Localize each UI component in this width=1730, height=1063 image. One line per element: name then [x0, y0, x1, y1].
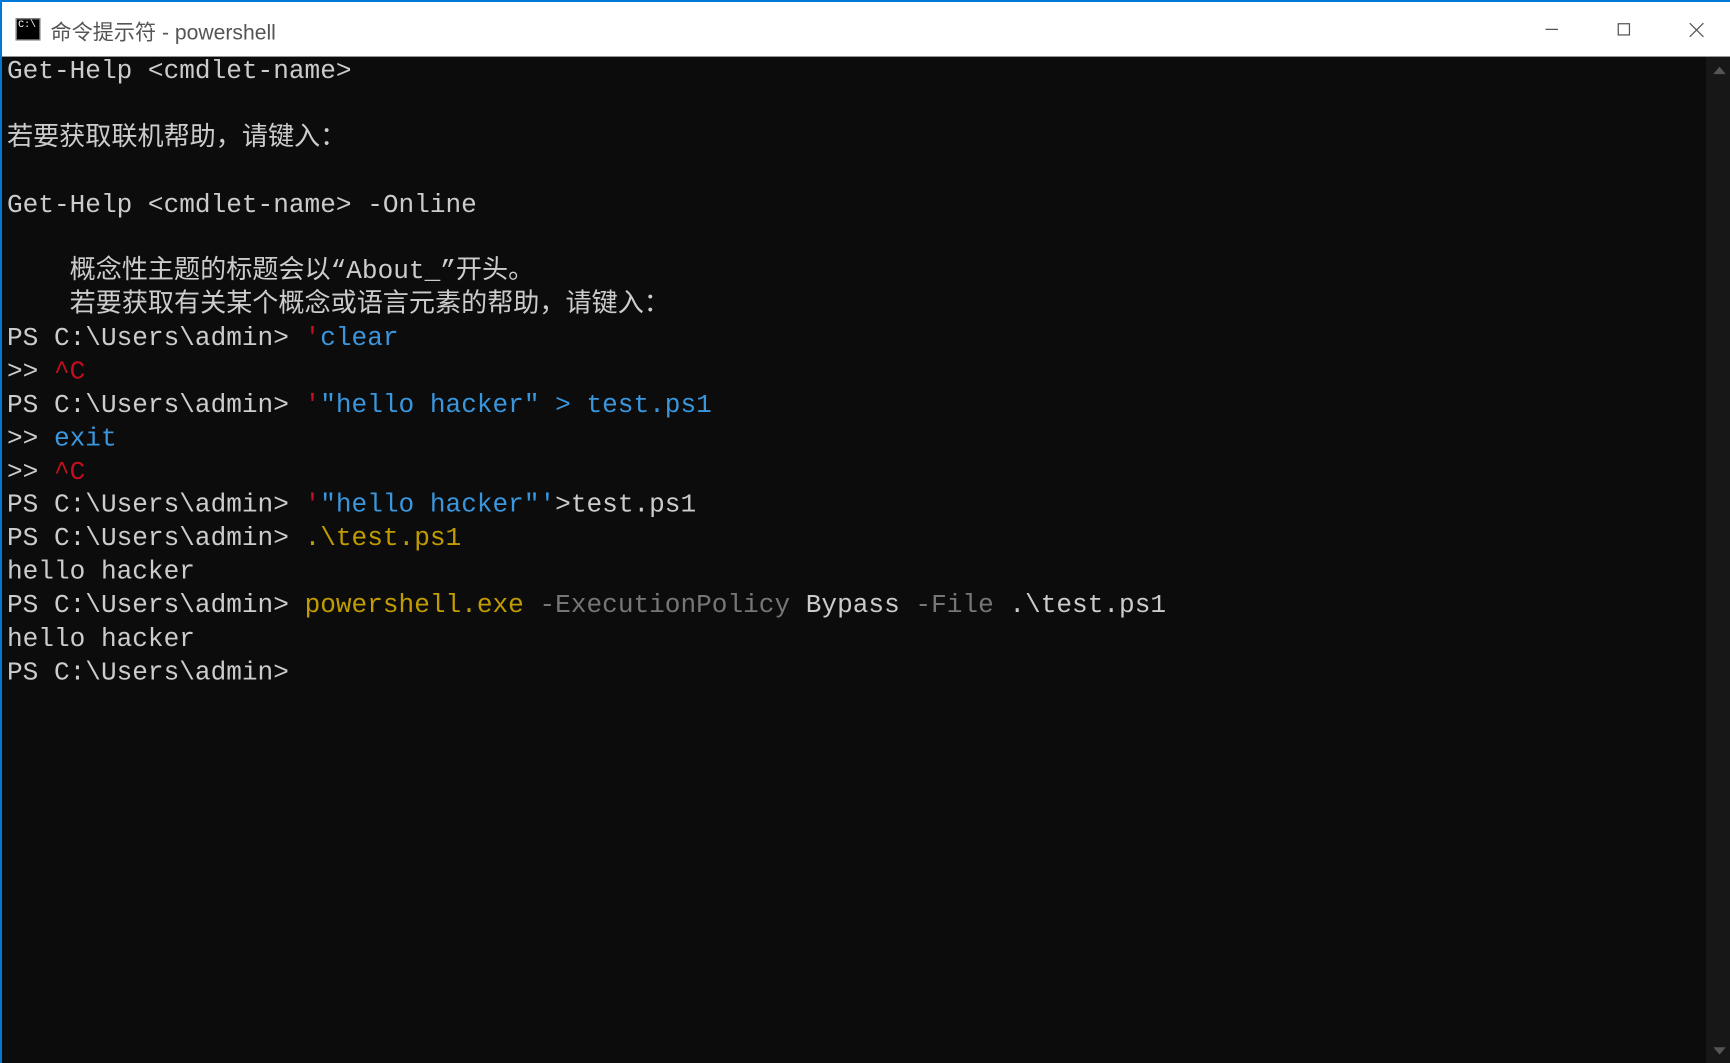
terminal-segment: -ExecutionPolicy [540, 592, 791, 621]
terminal-line: 若要获取有关某个概念或语言元素的帮助，请键入： [7, 290, 1701, 323]
terminal-line: PS C:\Users\admin> powershell.exe -Execu… [7, 591, 1701, 624]
maximize-icon [1616, 22, 1631, 37]
terminal-segment: 概念性主题的标题会以“About_”开头。 [7, 258, 534, 287]
terminal-segment: ^C [54, 359, 85, 388]
terminal-segment: Get-Help <cmdlet-name> [7, 58, 352, 87]
terminal-line: 若要获取联机帮助，请键入： [7, 123, 1701, 156]
window: 命令提示符 - powershell Get-Help <cmdlet-name… [2, 2, 1730, 1063]
terminal-segment: hello hacker [7, 626, 195, 655]
terminal-line: PS C:\Users\admin> '"hello hacker" > tes… [7, 391, 1701, 424]
terminal-segment: hello hacker [7, 559, 195, 588]
chevron-down-icon [1713, 1047, 1725, 1054]
terminal-segment: PS C:\Users\admin> [7, 526, 305, 555]
close-icon [1688, 21, 1704, 37]
terminal-line: 概念性主题的标题会以“About_”开头。 [7, 257, 1701, 290]
terminal-output[interactable]: Get-Help <cmdlet-name> 若要获取联机帮助，请键入： Get… [2, 57, 1706, 1063]
titlebar[interactable]: 命令提示符 - powershell [2, 2, 1730, 57]
close-button[interactable] [1660, 2, 1730, 57]
terminal-line: >> exit [7, 424, 1701, 457]
terminal-segment: >> [7, 425, 54, 454]
terminal-segment: test.ps1 [571, 492, 696, 521]
scrollbar[interactable] [1706, 57, 1730, 1063]
terminal-segment: PS C:\Users\admin> [7, 659, 289, 688]
terminal-segment: ^C [54, 459, 85, 488]
cmd-icon [16, 18, 41, 40]
terminal-segment: "hello hacker"' [320, 492, 555, 521]
terminal-segment: >> [7, 459, 54, 488]
scroll-up-button[interactable] [1706, 57, 1730, 83]
terminal-segment: PS C:\Users\admin> [7, 492, 305, 521]
terminal-segment: PS C:\Users\admin> [7, 392, 305, 421]
terminal-segment: Bypass [790, 592, 915, 621]
maximize-button[interactable] [1588, 2, 1660, 57]
terminal-segment: "hello hacker" > test.ps1 [320, 392, 712, 421]
terminal-line [7, 224, 1701, 257]
terminal-segment: clear [320, 325, 398, 354]
terminal-line: >> ^C [7, 457, 1701, 490]
terminal-segment: >> [7, 359, 54, 388]
window-controls [1516, 2, 1730, 57]
terminal-line: hello hacker [7, 624, 1701, 657]
terminal-segment: .\test.ps1 [305, 526, 462, 555]
terminal-line: >> ^C [7, 357, 1701, 390]
terminal-line: Get-Help <cmdlet-name> [7, 57, 1701, 90]
terminal-segment: .\test.ps1 [994, 592, 1166, 621]
terminal-segment: Get-Help <cmdlet-name> -Online [7, 192, 477, 221]
terminal-segment: -File [915, 592, 993, 621]
scroll-down-button[interactable] [1706, 1037, 1730, 1063]
terminal-line: PS C:\Users\admin> .\test.ps1 [7, 524, 1701, 557]
terminal-line: Get-Help <cmdlet-name> -Online [7, 190, 1701, 223]
terminal-segment: ' [305, 392, 321, 421]
minimize-button[interactable] [1516, 2, 1588, 57]
terminal-line: hello hacker [7, 558, 1701, 591]
terminal-segment: exit [54, 425, 117, 454]
console-area: Get-Help <cmdlet-name> 若要获取联机帮助，请键入： Get… [2, 57, 1730, 1063]
terminal-segment: PS C:\Users\admin> [7, 592, 305, 621]
terminal-segment: PS C:\Users\admin> [7, 325, 305, 354]
chevron-up-icon [1713, 66, 1725, 73]
terminal-segment: 若要获取有关某个概念或语言元素的帮助，请键入： [7, 292, 670, 321]
terminal-line: PS C:\Users\admin> 'clear [7, 324, 1701, 357]
terminal-segment: 若要获取联机帮助，请键入： [7, 125, 346, 154]
terminal-segment [524, 592, 540, 621]
terminal-segment: ' [305, 492, 321, 521]
window-title: 命令提示符 - powershell [50, 14, 1515, 45]
terminal-segment: > [555, 492, 571, 521]
minimize-icon [1544, 22, 1559, 37]
terminal-segment: powershell.exe [305, 592, 524, 621]
terminal-line [7, 90, 1701, 123]
terminal-segment: ' [305, 325, 321, 354]
terminal-line [7, 157, 1701, 190]
terminal-line: PS C:\Users\admin> '"hello hacker"'>test… [7, 491, 1701, 524]
terminal-line: PS C:\Users\admin> [7, 658, 1701, 691]
